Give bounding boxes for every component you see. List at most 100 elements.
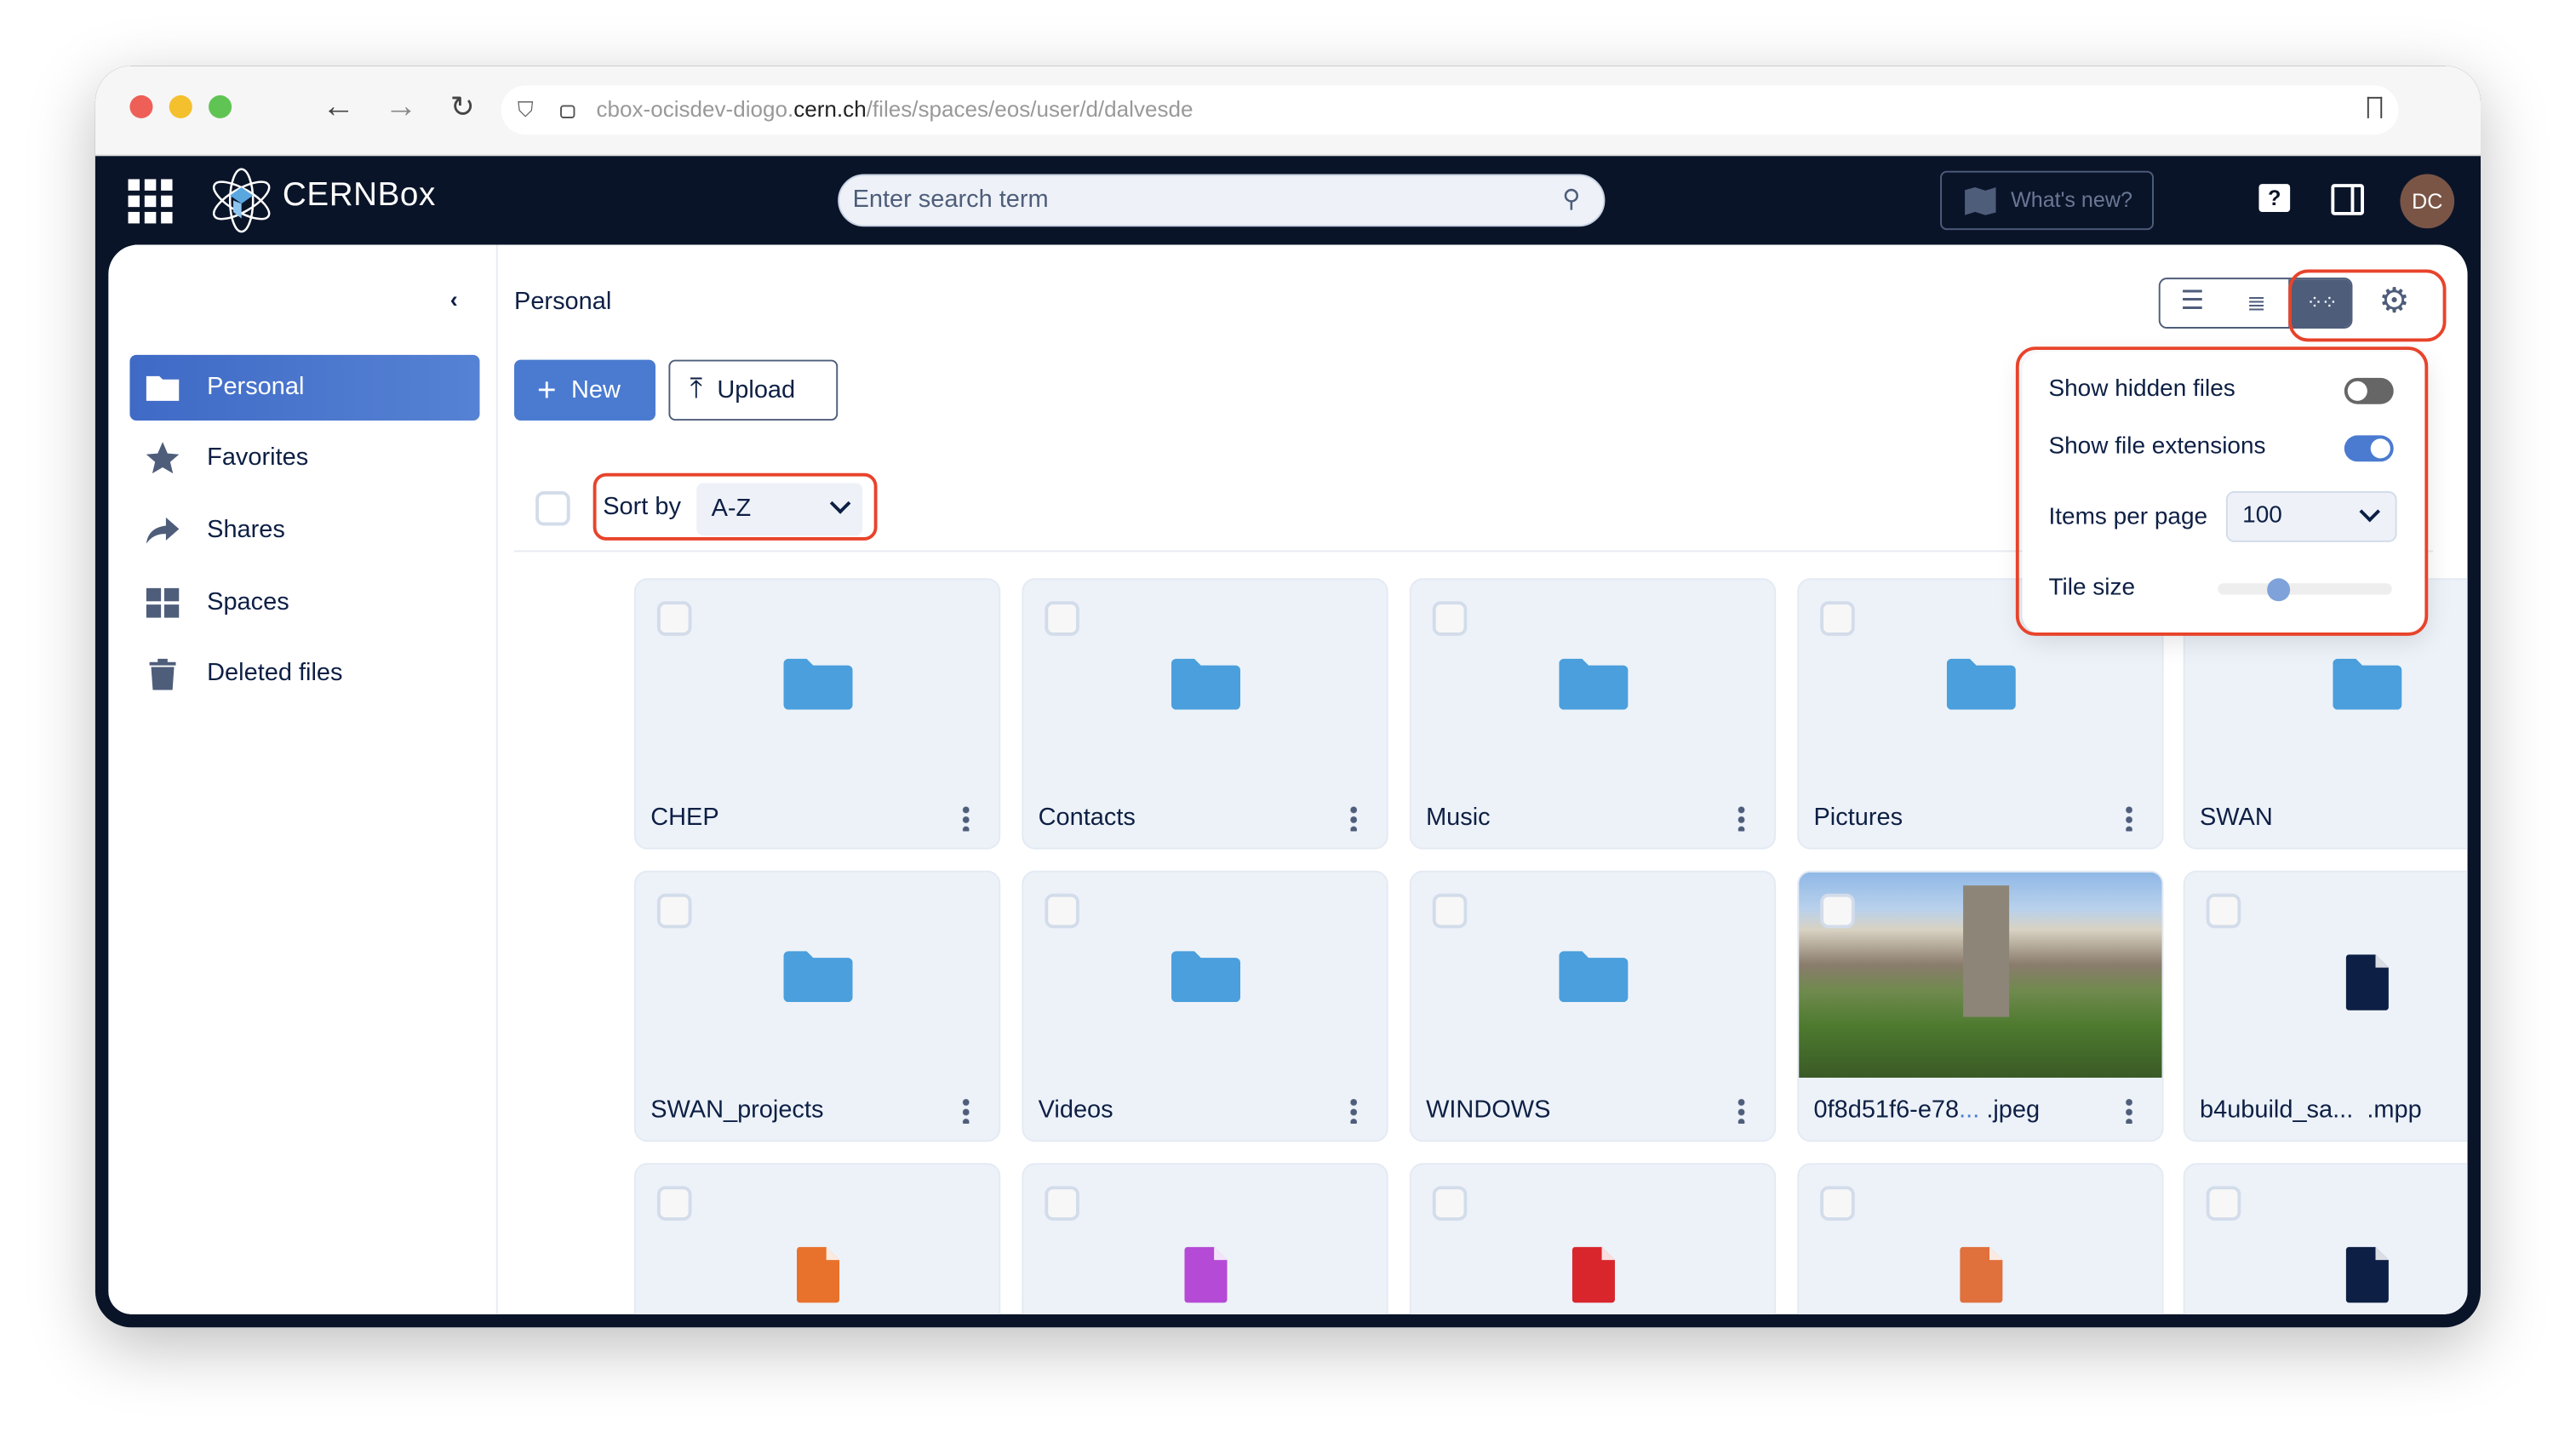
search-input[interactable]: Enter search term ⚲ bbox=[838, 174, 1606, 227]
tile-checkbox[interactable] bbox=[1432, 893, 1468, 929]
bookmark-icon[interactable] bbox=[2367, 96, 2383, 118]
tile-checkbox[interactable] bbox=[1432, 601, 1468, 636]
pdf-file-icon bbox=[1571, 1246, 1615, 1303]
tile-checkbox[interactable] bbox=[656, 893, 692, 929]
tile-checkbox[interactable] bbox=[1045, 1186, 1079, 1221]
folder-icon bbox=[1559, 658, 1629, 710]
tile-actions-menu-icon[interactable] bbox=[962, 1097, 970, 1124]
new-label: New bbox=[570, 375, 621, 404]
sidebar-item-personal[interactable]: Personal bbox=[129, 354, 480, 421]
sidebar-toggle-icon[interactable] bbox=[2331, 184, 2364, 215]
lock-icon bbox=[560, 105, 575, 118]
tile-checkbox[interactable] bbox=[1432, 1186, 1468, 1221]
folder-icon bbox=[1171, 951, 1240, 1003]
tile-name[interactable]: CHEP bbox=[650, 804, 718, 832]
file-tile[interactable] bbox=[1797, 1163, 2164, 1314]
file-tile[interactable] bbox=[2183, 1163, 2468, 1314]
folder-tile[interactable]: Contacts bbox=[1022, 578, 1388, 850]
star-icon bbox=[146, 442, 180, 474]
tile-name[interactable]: Videos bbox=[1039, 1096, 1113, 1124]
upload-label: Upload bbox=[717, 375, 796, 404]
sidebar-item-deleted-files[interactable]: Deleted files bbox=[129, 641, 479, 707]
tile-checkbox[interactable] bbox=[1820, 1186, 1855, 1221]
tile-name[interactable]: Music bbox=[1426, 804, 1491, 832]
tile-checkbox[interactable] bbox=[1820, 893, 1855, 929]
tile-checkbox[interactable] bbox=[1045, 893, 1079, 929]
file-tile[interactable] bbox=[1022, 1163, 1388, 1314]
tile-checkbox[interactable] bbox=[1045, 601, 1079, 636]
tile-actions-menu-icon[interactable] bbox=[1350, 1097, 1358, 1124]
folder-tile[interactable]: WINDOWS bbox=[1409, 870, 1777, 1142]
search-placeholder: Enter search term bbox=[852, 186, 1049, 214]
sidebar-item-label: Spaces bbox=[207, 587, 289, 616]
file-icon bbox=[2345, 954, 2389, 1010]
folder-tile[interactable]: CHEP bbox=[633, 578, 1001, 850]
trash-icon bbox=[149, 658, 176, 690]
tile-name[interactable]: Contacts bbox=[1039, 804, 1136, 832]
tile-name[interactable]: b4ubuild_sa... .mpp bbox=[2200, 1096, 2422, 1124]
tile-actions-menu-icon[interactable] bbox=[2126, 804, 2132, 832]
help-icon[interactable]: ? bbox=[2258, 184, 2291, 212]
sidebar-item-favorites[interactable]: Favorites bbox=[129, 426, 479, 491]
tile-actions-menu-icon[interactable] bbox=[962, 804, 970, 832]
brand-name: CERNBox bbox=[282, 177, 436, 214]
folder-tile[interactable]: SWAN_projects bbox=[633, 870, 1001, 1142]
tile-name[interactable]: SWAN bbox=[2200, 804, 2273, 832]
select-all-checkbox[interactable] bbox=[535, 491, 570, 526]
tile-checkbox[interactable] bbox=[656, 1186, 692, 1221]
file-tile[interactable] bbox=[1409, 1163, 1777, 1314]
folder-tile[interactable]: Music bbox=[1409, 578, 1777, 850]
tile-name[interactable]: SWAN_projects bbox=[650, 1096, 823, 1124]
whats-new-button[interactable]: What's new? bbox=[1940, 170, 2154, 231]
condensed-list-view-icon[interactable]: ≣ bbox=[2224, 279, 2288, 327]
list-view-icon[interactable]: ☰ bbox=[2161, 279, 2224, 327]
map-icon bbox=[1965, 186, 1996, 215]
folder-icon bbox=[1171, 658, 1240, 710]
spaces-grid-icon bbox=[146, 587, 180, 618]
folder-tile[interactable]: Videos bbox=[1022, 870, 1388, 1142]
file-tile[interactable] bbox=[633, 1163, 1001, 1314]
address-bar[interactable]: ⛉ cbox-ocisdev-diogo.cern.ch/files/space… bbox=[501, 85, 2399, 135]
back-arrow-icon[interactable]: ← bbox=[322, 89, 355, 126]
tile-name[interactable]: WINDOWS bbox=[1426, 1096, 1550, 1124]
tile-checkbox[interactable] bbox=[656, 601, 692, 636]
tile-name[interactable]: Pictures bbox=[1813, 804, 1903, 832]
search-icon[interactable]: ⚲ bbox=[1562, 175, 1580, 225]
user-avatar[interactable]: DC bbox=[2400, 174, 2455, 229]
app-topbar: CERNBox Enter search term ⚲ What's new? ?… bbox=[94, 156, 2481, 245]
sidebar-item-label: Shares bbox=[207, 515, 285, 544]
close-window-button[interactable] bbox=[129, 94, 153, 118]
tile-name[interactable]: 0f8d51f6-e78... .jpeg bbox=[1813, 1096, 2040, 1124]
sidebar-item-spaces[interactable]: Spaces bbox=[129, 570, 479, 636]
collapse-sidebar-chevron-icon[interactable]: ‹ bbox=[450, 286, 458, 312]
breadcrumb[interactable]: Personal bbox=[514, 288, 611, 316]
main-area: Personal ☰ ≣ ⁘⁘ ⚙ + New ⤒ Upload Sort by A… bbox=[500, 245, 2468, 1314]
code-file-icon bbox=[2345, 1246, 2389, 1303]
folder-icon bbox=[146, 375, 180, 401]
tile-actions-menu-icon[interactable] bbox=[1350, 804, 1358, 832]
tile-checkbox[interactable] bbox=[2206, 893, 2241, 929]
tile-checkbox[interactable] bbox=[1820, 601, 1855, 636]
plus-icon: + bbox=[537, 373, 557, 409]
app-switcher-grid-icon[interactable] bbox=[128, 179, 173, 224]
diagram-file-icon bbox=[1184, 1246, 1228, 1303]
highlight-annotation bbox=[2015, 346, 2429, 636]
forward-arrow-icon[interactable]: → bbox=[385, 89, 418, 126]
sidebar-item-label: Deleted files bbox=[207, 658, 343, 687]
minimize-window-button[interactable] bbox=[169, 94, 192, 118]
browser-titlebar: ← → ↻ ⛉ cbox-ocisdev-diogo.cern.ch/files… bbox=[94, 66, 2481, 157]
url-host: cern.ch bbox=[793, 96, 867, 122]
file-tile[interactable]: 0f8d51f6-e78... .jpeg bbox=[1797, 870, 2164, 1142]
tile-actions-menu-icon[interactable] bbox=[1737, 1097, 1745, 1124]
share-icon bbox=[146, 517, 180, 544]
sidebar: ‹ Personal Favorites Shares Spaces Delet… bbox=[108, 244, 498, 1314]
new-button[interactable]: + New bbox=[514, 359, 655, 421]
maximize-window-button[interactable] bbox=[209, 94, 232, 118]
upload-button[interactable]: ⤒ Upload bbox=[668, 359, 839, 421]
file-tile[interactable]: b4ubuild_sa... .mpp bbox=[2183, 870, 2468, 1142]
tile-checkbox[interactable] bbox=[2206, 1186, 2241, 1221]
reload-icon[interactable]: ↻ bbox=[450, 90, 475, 125]
sidebar-item-shares[interactable]: Shares bbox=[129, 498, 479, 564]
tile-actions-menu-icon[interactable] bbox=[1737, 804, 1745, 832]
tile-actions-menu-icon[interactable] bbox=[2126, 1097, 2132, 1124]
